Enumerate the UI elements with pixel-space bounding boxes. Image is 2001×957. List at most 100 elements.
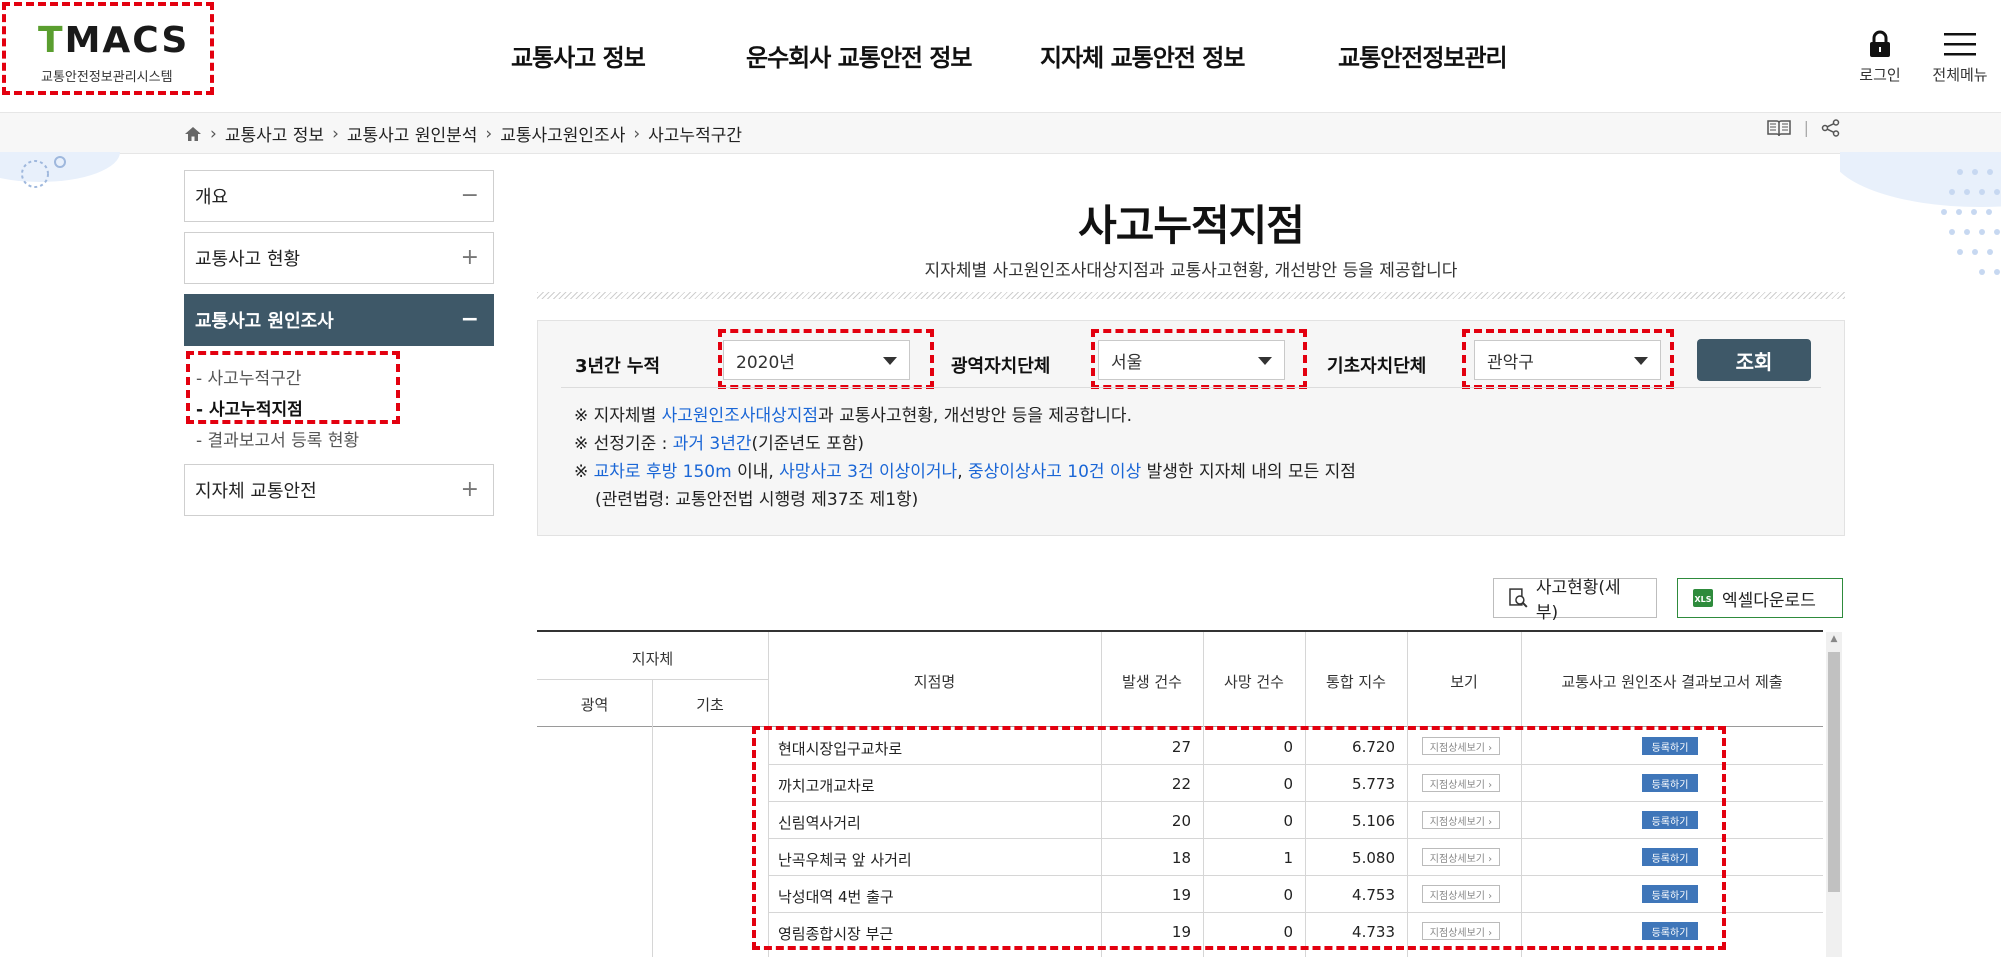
year-select-value: 2020년 [736,352,795,373]
year-select[interactable]: 2020년 [723,340,910,380]
cell-index: 6.720 [1352,738,1395,756]
nav-accident-info[interactable]: 교통사고 정보 [511,38,646,73]
th-index: 통합 지수 [1326,673,1386,691]
th-metro: 광역 [580,696,609,714]
th-occur: 발생 건수 [1122,673,1182,691]
login-button[interactable]: 로그인 [1850,30,1910,85]
point-detail-button[interactable]: 지점상세보기 › [1422,922,1500,940]
point-detail-button[interactable]: 지점상세보기 › [1422,848,1500,866]
local-select-value: 관악구 [1487,352,1534,373]
register-button[interactable]: 등록하기 [1642,885,1698,903]
point-detail-button[interactable]: 지점상세보기 › [1422,737,1500,755]
sidebar-item-accident-status[interactable]: 교통사고 현황 + [184,232,494,284]
decoration-left [0,152,120,188]
cell-index: 4.733 [1352,923,1395,941]
all-menu-button[interactable]: 전체메뉴 [1930,30,1990,85]
th-report: 교통사고 원인조사 결과보고서 제출 [1561,673,1783,691]
cell-death: 1 [1283,849,1293,867]
share-icon[interactable] [1821,118,1841,137]
excel-icon: XLS [1693,589,1713,607]
cell-index: 5.080 [1352,849,1395,867]
cell-name: 영림종합시장 부근 [778,925,894,943]
scroll-up-icon[interactable]: ▲ [1828,634,1840,648]
grid-line [652,679,653,957]
metro-label: 광역자치단체 [951,356,1051,377]
row-divider [768,912,1823,913]
sidebar-sub-report-status[interactable]: - 결과보고서 등록 현황 [196,426,359,451]
row-divider [768,801,1823,802]
panel-divider [561,387,1821,388]
note-1: ※ 지자체별 사고원인조사대상지점과 교통사고현황, 개선방안 등을 제공합니다… [574,406,1132,426]
row-divider [768,764,1823,765]
sidebar-item-local-gov-safety[interactable]: 지자체 교통안전 + [184,464,494,516]
sidebar-item-label: 교통사고 현황 [195,249,301,270]
grid-line [1305,632,1306,957]
row-divider [768,875,1823,876]
sidebar-item-cause-investigation[interactable]: 교통사고 원인조사 − [184,294,494,346]
breadcrumb-item-current: 사고누적구간 [648,126,742,146]
grid-line [1521,632,1522,957]
point-detail-button[interactable]: 지점상세보기 › [1422,885,1500,903]
scrollbar-thumb[interactable] [1828,652,1840,892]
sidebar-sub-cumulative-section[interactable]: - 사고누적구간 [196,364,301,389]
sidebar-item-overview[interactable]: 개요 − [184,170,494,222]
search-button[interactable]: 조회 [1697,339,1811,381]
page-subtitle: 지자체별 사고원인조사대상지점과 교통사고현황, 개선방안 등을 제공합니다 [924,261,1458,281]
chevron-down-icon [883,357,897,365]
point-detail-button[interactable]: 지점상세보기 › [1422,811,1500,829]
nav-safety-info-management[interactable]: 교통안전정보관리 [1338,38,1508,73]
decoration-right [1840,152,2001,275]
home-icon[interactable] [184,126,202,142]
sidebar-sub-cumulative-point[interactable]: - 사고누적지점 [196,395,303,420]
metro-select[interactable]: 서울 [1098,340,1285,380]
nav-transport-company-safety[interactable]: 운수회사 교통안전 정보 [746,38,973,73]
logo-subtitle: 교통안전정보관리시스템 [41,70,173,85]
svg-text:XLS: XLS [1694,595,1711,604]
accident-detail-button[interactable]: 사고현황(세부) [1493,578,1657,623]
cell-occur: 18 [1171,849,1191,867]
grid-line [537,726,1823,727]
breadcrumb-item-cause-investigation[interactable]: 교통사고원인조사 [500,121,625,146]
th-region: 지자체 [631,650,674,668]
document-search-icon [1509,588,1528,608]
point-detail-button[interactable]: 지점상세보기 › [1422,774,1500,792]
nav-local-gov-safety[interactable]: 지자체 교통안전 정보 [1040,38,1245,73]
local-label: 기초자치단체 [1327,356,1427,377]
expand-icon: + [460,477,479,502]
breadcrumb-item-accident-info[interactable]: 교통사고 정보 [225,121,324,146]
page-title: 사고누적지점 [1078,201,1305,250]
cell-occur: 19 [1171,923,1191,941]
register-button[interactable]: 등록하기 [1642,737,1698,755]
local-select[interactable]: 관악구 [1474,340,1661,380]
register-button[interactable]: 등록하기 [1642,774,1698,792]
all-menu-label: 전체메뉴 [1932,66,1988,84]
note-2: ※ 선정기준 : 과거 3년간(기준년도 포함) [574,434,865,454]
excel-download-button[interactable]: XLS 엑셀다운로드 [1677,578,1843,618]
expand-icon: + [460,245,479,270]
chevron-down-icon [1258,357,1272,365]
chevron-down-icon [1634,357,1648,365]
note-3: ※ 교차로 후방 150m 이내, 사망사고 3건 이상이거나, 중상이상사고 … [574,462,1356,482]
cell-index: 5.106 [1352,812,1395,830]
breadcrumb-item-cause-analysis[interactable]: 교통사고 원인분석 [347,121,478,146]
login-label: 로그인 [1859,66,1901,84]
grid-line [768,632,769,957]
th-name: 지점명 [913,673,956,691]
title-divider [537,292,1845,299]
register-button[interactable]: 등록하기 [1642,811,1698,829]
cell-name: 신림역사거리 [778,814,861,832]
th-local: 기초 [696,696,724,714]
row-divider [768,838,1823,839]
metro-select-value: 서울 [1111,352,1143,373]
breadcrumb-tools: | [1766,118,1841,137]
cell-death: 0 [1283,886,1293,904]
register-button[interactable]: 등록하기 [1642,848,1698,866]
cell-death: 0 [1283,775,1293,793]
logo[interactable]: TMACS 교통안전정보관리시스템 [0,0,214,94]
hamburger-icon [1944,33,1976,56]
cell-occur: 19 [1171,886,1191,904]
manual-book-icon[interactable] [1766,119,1792,137]
cell-occur: 22 [1171,775,1191,793]
register-button[interactable]: 등록하기 [1642,922,1698,940]
sidebar-item-label: 개요 [195,187,229,208]
